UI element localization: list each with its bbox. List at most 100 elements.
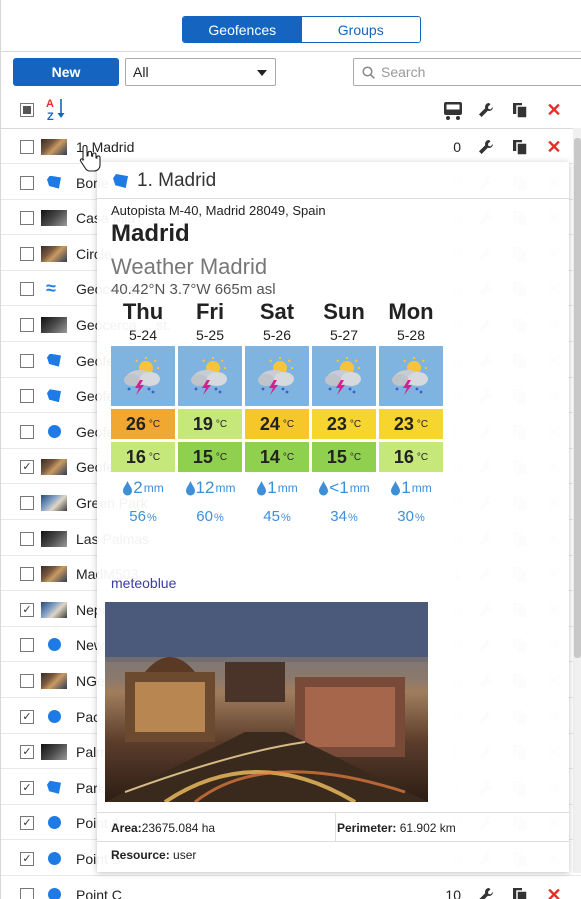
select-all-checkbox[interactable] — [20, 103, 34, 117]
max-temperature: 24 °C — [245, 409, 309, 439]
scrollbar[interactable] — [573, 128, 581, 873]
humidity: 45% — [263, 508, 291, 525]
row-checkbox[interactable] — [20, 246, 34, 261]
copy-icon[interactable] — [511, 138, 529, 156]
max-temperature: 26 °C — [111, 409, 175, 439]
row-checkbox[interactable] — [20, 282, 34, 297]
geofence-popup: 1. Madrid Autopista M-40, Madrid 28049, … — [97, 162, 569, 872]
area-text: Area:23675.084 ha — [111, 821, 216, 835]
vehicle-count: 10 — [445, 886, 461, 899]
row-checkbox[interactable] — [20, 211, 34, 226]
forecast-day: Thu 5-24 26 °C 16 °C 2 mm 56% — [111, 301, 175, 525]
svg-text:Z: Z — [47, 111, 54, 122]
coordinates-text: 40.42°N 3.7°W 665m asl — [111, 281, 276, 298]
divider — [97, 841, 569, 842]
address-text: Autopista M-40, Madrid 28049, Spain — [111, 203, 326, 218]
day-name: Thu — [122, 299, 164, 324]
geofence-name[interactable]: Point C — [76, 887, 122, 899]
row-checkbox[interactable] — [20, 140, 34, 154]
forecast-days: Thu 5-24 26 °C 16 °C 2 mm 56% Fri 5-25 1… — [111, 301, 447, 525]
precipitation: 2 mm — [111, 478, 175, 498]
meteoblue-link[interactable]: meteoblue — [111, 575, 176, 591]
tab-geofences[interactable]: Geofences — [183, 17, 302, 42]
raindrop-icon — [185, 480, 195, 495]
row-checkbox[interactable] — [20, 638, 34, 653]
copy-icon — [513, 103, 528, 119]
search-placeholder: Search — [381, 64, 426, 80]
wrench-icon[interactable] — [477, 886, 495, 899]
row-checkbox[interactable] — [20, 567, 34, 582]
row-checkbox[interactable] — [20, 318, 34, 332]
row-checkbox[interactable]: ✓ — [20, 816, 34, 831]
line-geofence-icon: ≈ — [46, 278, 56, 299]
geofence-panel: Geofences Groups New All Search A Z ✕ 1.… — [0, 0, 581, 899]
forecast-day: Sat 5-26 24 °C 14 °C 1 mm 45% — [245, 301, 309, 525]
copy-icon[interactable] — [511, 886, 529, 899]
row-checkbox[interactable] — [20, 353, 34, 368]
circle-geofence-icon — [48, 709, 61, 723]
svg-text:A: A — [46, 98, 54, 110]
sort-az-icon[interactable]: A Z — [45, 96, 67, 122]
list-header: A Z ✕ — [1, 93, 581, 128]
circle-geofence-icon — [48, 424, 61, 438]
row-checkbox[interactable]: ✓ — [20, 602, 34, 617]
hand-cursor-icon — [79, 144, 101, 172]
day-date: 5-24 — [128, 327, 158, 343]
wrench-icon[interactable] — [477, 138, 495, 156]
polygon-geofence-icon — [47, 175, 61, 189]
search-input[interactable]: Search — [353, 58, 581, 86]
weather-title: Weather Madrid — [111, 254, 268, 279]
delete-icon[interactable]: ✕ — [545, 138, 563, 156]
day-name: Sun — [323, 299, 365, 324]
row-checkbox[interactable] — [20, 496, 34, 510]
filter-value: All — [133, 64, 149, 80]
row-checkbox[interactable]: ✓ — [20, 745, 34, 760]
geofence-photo-thumbnail — [41, 601, 67, 618]
day-date: 5-28 — [396, 327, 426, 343]
filter-select[interactable]: All — [125, 58, 276, 86]
circle-geofence-icon — [48, 816, 61, 830]
humidity: 60% — [196, 508, 224, 525]
location-photo — [105, 602, 428, 802]
raindrop-icon — [123, 480, 133, 495]
thunderstorm-icon — [245, 346, 309, 406]
city-name: Madrid — [111, 220, 190, 247]
row-checkbox[interactable]: ✓ — [20, 460, 34, 475]
tab-groups[interactable]: Groups — [301, 17, 420, 42]
perimeter-text: Perimeter: 61.902 km — [337, 821, 456, 835]
circle-geofence-icon — [48, 852, 61, 865]
new-button[interactable]: New — [13, 58, 119, 86]
precipitation: 12 mm — [178, 478, 242, 498]
row-checkbox[interactable] — [20, 531, 34, 546]
row-checkbox[interactable]: ✓ — [20, 709, 34, 724]
vehicle-icon — [444, 102, 462, 120]
row-checkbox[interactable] — [20, 389, 34, 404]
chevron-down-icon — [257, 70, 267, 76]
precipitation: <1 mm — [312, 478, 376, 498]
delete-icon[interactable]: ✕ — [545, 886, 563, 899]
row-checkbox[interactable] — [20, 175, 34, 190]
geofence-photo-thumbnail — [41, 139, 67, 155]
geofence-shape-icon — [113, 174, 128, 188]
precipitation: 1 mm — [379, 478, 443, 498]
resource-text: Resource: user — [111, 848, 197, 862]
min-temperature: 16 °C — [111, 442, 175, 472]
geofence-photo-thumbnail — [41, 495, 67, 511]
raindrop-icon — [391, 480, 401, 495]
row-checkbox[interactable]: ✓ — [20, 780, 34, 795]
wrench-icon — [479, 103, 493, 117]
divider — [97, 198, 569, 199]
geofence-photo-thumbnail — [41, 245, 67, 262]
scrollbar-thumb[interactable] — [574, 138, 581, 658]
list-item[interactable]: Point C 10 ✕ — [1, 877, 581, 899]
day-date: 5-27 — [329, 327, 359, 343]
thunderstorm-icon — [111, 346, 175, 406]
row-checkbox[interactable] — [20, 674, 34, 688]
row-checkbox[interactable]: ✓ — [20, 852, 34, 866]
raindrop-icon — [257, 480, 267, 495]
forecast-day: Sun 5-27 23 °C 15 °C <1 mm 34% — [312, 301, 376, 525]
precipitation: 1 mm — [245, 478, 309, 498]
row-checkbox[interactable] — [20, 424, 34, 439]
geofence-photo-thumbnail — [41, 673, 67, 689]
row-checkbox[interactable] — [20, 887, 34, 899]
